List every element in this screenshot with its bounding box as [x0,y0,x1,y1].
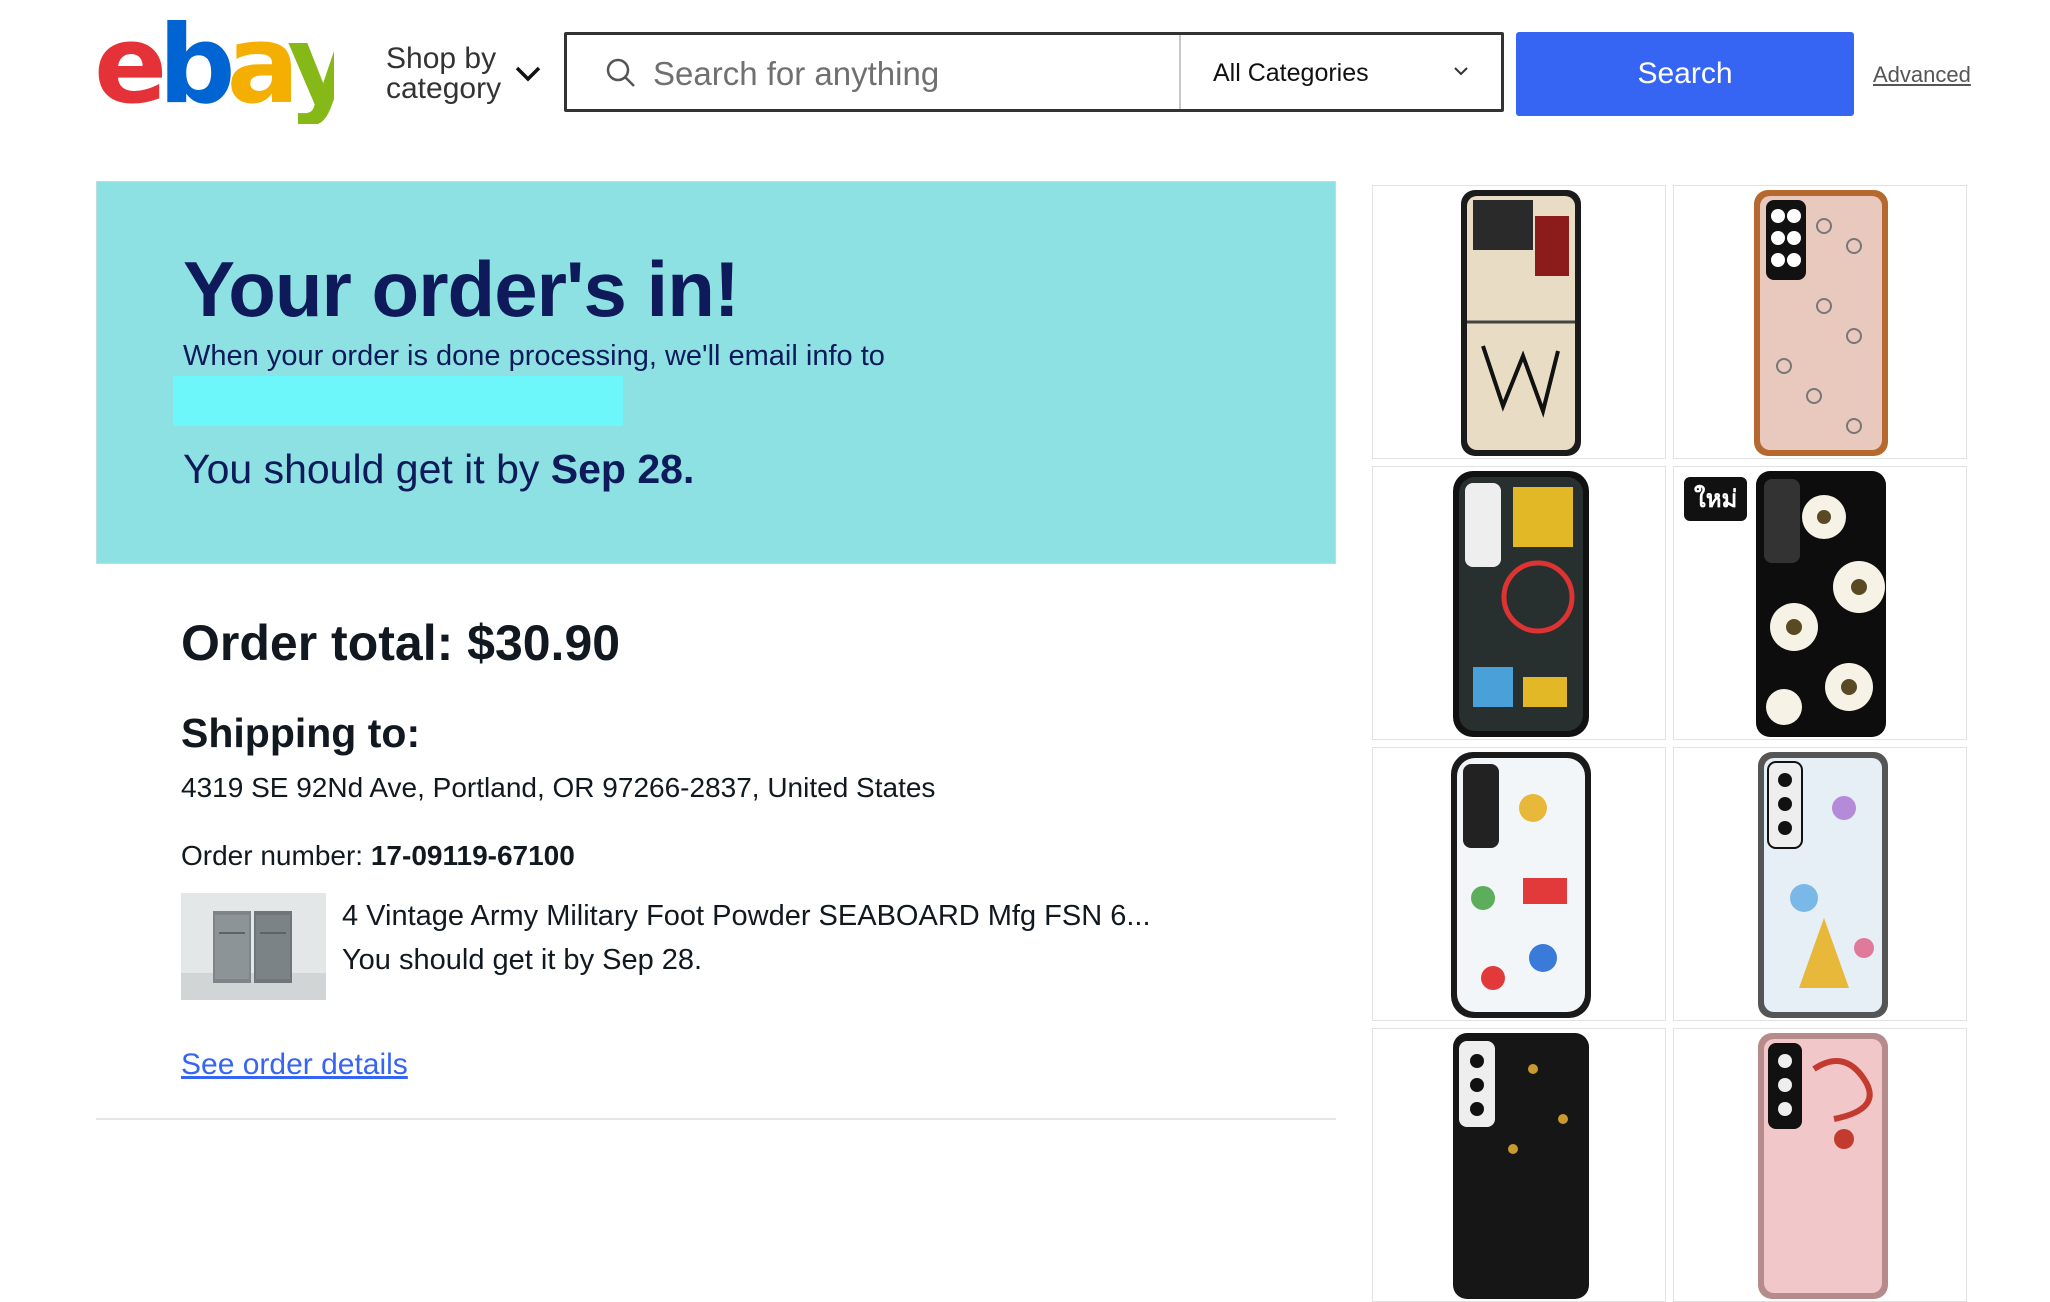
shipping-address: 4319 SE 92Nd Ave, Portland, OR 97266-283… [181,772,936,803]
item-title[interactable]: 4 Vintage Army Military Foot Powder SEAB… [342,900,1151,933]
delivery-estimate: You should get it by Sep 28. [183,446,694,493]
redacted-email [173,376,623,426]
search-bar: All Categories [564,32,1504,112]
logo-letter-y: y [287,16,334,124]
ad-item-4[interactable]: ใหม่ [1673,466,1967,740]
phone-case-image [1754,190,1888,456]
order-confirmation-banner: Your order's in! When your order is done… [96,181,1336,564]
item-delivery-estimate: You should get it by Sep 28. [342,944,703,976]
order-number-value: 17-09119-67100 [370,840,575,871]
shipping-heading: Shipping to: [181,710,421,756]
logo-letter-b: b [158,16,231,124]
sponsored-ads-grid: ใหม่ [1372,185,1972,1302]
ad-item-8[interactable] [1673,1028,1967,1302]
chevron-down-icon [1454,67,1468,76]
phone-case-image [1758,752,1888,1018]
divider [96,1118,1336,1120]
ad-item-6[interactable] [1673,747,1967,1021]
new-badge: ใหม่ [1684,477,1748,521]
search-input[interactable] [651,45,1215,103]
ebay-logo[interactable]: ebay [94,16,334,124]
logo-letter-e: e [94,16,163,124]
eta-prefix: You should get it by [183,446,551,492]
category-select-value: All Categories [1213,59,1369,87]
order-number: Order number: 17-09119-67100 [181,840,575,872]
email-note: When your order is done processing, we'l… [183,340,885,372]
logo-letter-a: a [227,16,292,124]
see-order-details-link[interactable]: See order details [181,1048,408,1082]
advanced-search-link[interactable]: Advanced [1873,62,1971,88]
order-total: Order total: $30.90 [181,615,621,671]
chevron-down-icon [515,66,541,82]
phone-case-image [1453,471,1589,737]
ad-item-2[interactable] [1673,185,1967,459]
eta-date: Sep 28. [550,446,695,492]
ad-item-3[interactable] [1372,466,1666,740]
banner-title: Your order's in! [183,245,740,333]
svg-text:ebay: ebay [94,16,334,124]
search-button[interactable]: Search [1516,32,1854,116]
ad-item-1[interactable] [1372,185,1666,459]
phone-case-image [1453,1033,1589,1299]
search-icon [606,58,635,87]
category-select[interactable]: All Categories [1181,35,1501,109]
ad-item-5[interactable] [1372,747,1666,1021]
shop-by-category-button[interactable]: Shop by category [386,44,546,108]
phone-case-image [1758,1033,1888,1299]
order-number-label: Order number: [181,840,371,871]
item-thumbnail[interactable] [181,893,326,1000]
phone-case-image [1461,190,1581,456]
ad-item-7[interactable] [1372,1028,1666,1302]
phone-case-image [1451,752,1591,1018]
item-thumbnail-image [181,893,326,1000]
